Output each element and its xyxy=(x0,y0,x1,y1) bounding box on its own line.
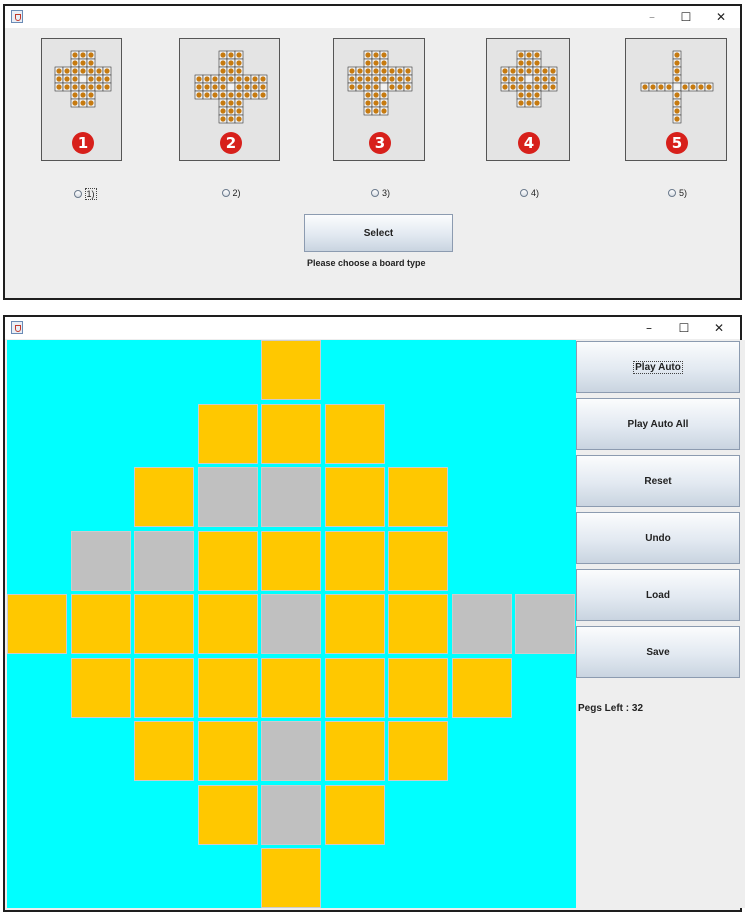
minimize-button[interactable]: – xyxy=(635,8,669,26)
peg-cell[interactable] xyxy=(325,658,385,718)
peg-cell[interactable] xyxy=(71,594,131,654)
button-label: Play Auto xyxy=(633,361,683,374)
board-radio-1[interactable]: 1) xyxy=(73,188,97,200)
board-thumbnail-2: 2 xyxy=(179,38,280,161)
peg-cell[interactable] xyxy=(388,531,448,591)
peg-cell[interactable] xyxy=(134,467,194,527)
close-button[interactable]: ✕ xyxy=(704,8,738,26)
peg-cell[interactable] xyxy=(134,594,194,654)
peg-cell[interactable] xyxy=(198,594,258,654)
radio-circle-icon[interactable] xyxy=(371,189,379,197)
board-preview-icon xyxy=(194,50,268,124)
board-number-badge: 2 xyxy=(220,132,242,154)
peg-cell[interactable] xyxy=(198,658,258,718)
peg-cell[interactable] xyxy=(452,658,512,718)
java-app-icon xyxy=(11,321,23,334)
peg-cell[interactable] xyxy=(261,531,321,591)
board-thumbnail-4: 4 xyxy=(486,38,570,161)
board-preview-icon xyxy=(54,50,112,108)
board-preview-icon xyxy=(500,50,558,108)
play-auto-button[interactable]: Play Auto xyxy=(576,341,740,393)
peg-cell[interactable] xyxy=(261,340,321,400)
maximize-button[interactable]: ☐ xyxy=(669,8,703,26)
empty-hole-cell[interactable] xyxy=(71,531,131,591)
radio-circle-icon[interactable] xyxy=(221,189,230,197)
select-button[interactable]: Select xyxy=(304,214,453,252)
peg-cell[interactable] xyxy=(71,658,131,718)
empty-hole-cell[interactable] xyxy=(198,467,258,527)
peg-cell[interactable] xyxy=(198,404,258,464)
close-button[interactable]: ✕ xyxy=(702,319,736,337)
board-number-badge: 3 xyxy=(369,132,391,154)
control-panel: Save Load Undo Reset Play Auto All Play Auto … xyxy=(576,340,745,908)
board-radio-2[interactable]: 2) xyxy=(221,188,241,198)
peg-cell[interactable] xyxy=(198,721,258,781)
title-bar: – ☐ ✕ xyxy=(5,6,740,28)
radio-circle-icon[interactable] xyxy=(73,190,82,198)
radio-label: 3) xyxy=(382,188,391,198)
peg-cell[interactable] xyxy=(134,721,194,781)
peg-cell[interactable] xyxy=(198,531,258,591)
radio-label: 5) xyxy=(679,188,688,198)
button-label: Undo xyxy=(645,533,671,544)
empty-hole-cell[interactable] xyxy=(452,594,512,654)
reset-button[interactable]: Reset xyxy=(576,455,740,507)
board-number-badge: 1 xyxy=(72,132,94,154)
maximize-button[interactable]: ☐ xyxy=(667,319,701,337)
empty-hole-cell[interactable] xyxy=(261,721,321,781)
minimize-button[interactable]: – xyxy=(632,319,666,337)
title-bar: – ☐ ✕ xyxy=(5,317,740,339)
board-thumbnail-3: 3 xyxy=(333,38,425,161)
empty-hole-cell[interactable] xyxy=(261,785,321,845)
peg-cell[interactable] xyxy=(325,721,385,781)
pegs-left-label: Pegs Left : 32 xyxy=(578,703,644,714)
peg-cell[interactable] xyxy=(325,594,385,654)
peg-cell[interactable] xyxy=(325,531,385,591)
board-thumbnail-1: 1 xyxy=(41,38,122,161)
peg-cell[interactable] xyxy=(325,785,385,845)
game-window: – ☐ ✕ Save Load Undo Reset Play Auto All Play… xyxy=(3,315,745,912)
play-auto-all-button[interactable]: Play Auto All xyxy=(576,398,740,450)
save-button[interactable]: Save xyxy=(576,626,740,678)
board-preview-icon xyxy=(347,50,413,116)
button-label: Reset xyxy=(644,476,672,487)
button-label: Play Auto All xyxy=(627,419,689,430)
board-radio-5[interactable]: 5) xyxy=(668,188,687,198)
peg-cell[interactable] xyxy=(388,658,448,718)
radio-circle-icon[interactable] xyxy=(668,189,676,197)
peg-cell[interactable] xyxy=(388,467,448,527)
peg-cell[interactable] xyxy=(7,594,67,654)
peg-cell[interactable] xyxy=(325,467,385,527)
board-chooser-window: – ☐ ✕ 1 2 3 4 5 1) 2) 3) 4) 5) Select Please cho… xyxy=(3,4,742,300)
peg-cell[interactable] xyxy=(388,721,448,781)
empty-hole-cell[interactable] xyxy=(261,594,321,654)
radio-label: 2) xyxy=(232,188,241,198)
radio-label: 1) xyxy=(84,188,97,200)
java-app-icon xyxy=(11,10,23,23)
board-number-badge: 4 xyxy=(518,132,540,154)
radio-circle-icon[interactable] xyxy=(520,189,528,197)
radio-label: 4) xyxy=(531,188,540,198)
peg-cell[interactable] xyxy=(325,404,385,464)
board-radio-3[interactable]: 3) xyxy=(371,188,390,198)
board-radio-4[interactable]: 4) xyxy=(520,188,539,198)
board-number-badge: 5 xyxy=(666,132,688,154)
peg-cell[interactable] xyxy=(261,404,321,464)
peg-cell[interactable] xyxy=(134,658,194,718)
peg-cell[interactable] xyxy=(388,594,448,654)
empty-hole-cell[interactable] xyxy=(515,594,575,654)
empty-hole-cell[interactable] xyxy=(261,467,321,527)
peg-cell[interactable] xyxy=(261,658,321,718)
board-thumbnail-5: 5 xyxy=(625,38,727,161)
empty-hole-cell[interactable] xyxy=(134,531,194,591)
board-preview-icon xyxy=(640,50,714,124)
game-board xyxy=(7,340,576,908)
button-label: Save xyxy=(646,647,670,658)
peg-cell[interactable] xyxy=(261,848,321,908)
undo-button[interactable]: Undo xyxy=(576,512,740,564)
peg-cell[interactable] xyxy=(198,785,258,845)
button-label: Load xyxy=(646,590,670,601)
load-button[interactable]: Load xyxy=(576,569,740,621)
status-text: Please choose a board type xyxy=(307,258,426,268)
